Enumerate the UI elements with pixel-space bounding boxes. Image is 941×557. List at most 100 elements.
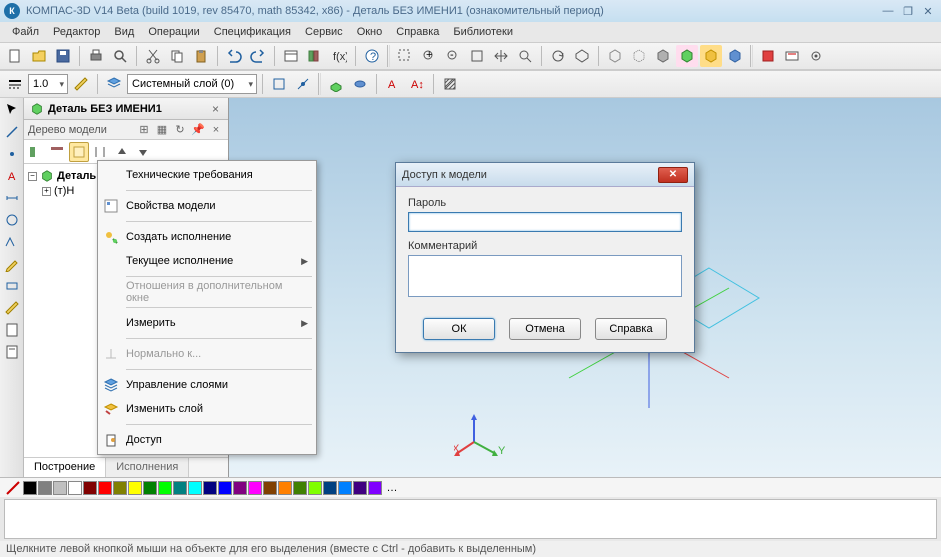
simplified-icon[interactable] bbox=[724, 45, 746, 67]
insert-dim-icon[interactable]: A↕ bbox=[406, 73, 428, 95]
tree-filter-icon[interactable] bbox=[69, 142, 89, 162]
point-tool[interactable] bbox=[2, 144, 22, 164]
tree-view1-icon[interactable] bbox=[26, 142, 46, 162]
color-swatch[interactable] bbox=[158, 481, 172, 495]
menu-service[interactable]: Сервис bbox=[299, 24, 349, 40]
tree-view2-icon[interactable] bbox=[47, 142, 67, 162]
cut-button[interactable] bbox=[142, 45, 164, 67]
color-swatch[interactable] bbox=[278, 481, 292, 495]
orient-button[interactable] bbox=[571, 45, 593, 67]
color-swatch[interactable] bbox=[353, 481, 367, 495]
color-swatch[interactable] bbox=[68, 481, 82, 495]
color-swatch[interactable] bbox=[143, 481, 157, 495]
cancel-button[interactable]: Отмена bbox=[509, 318, 581, 340]
preview-button[interactable] bbox=[109, 45, 131, 67]
cm-model-properties[interactable]: Свойства модели bbox=[98, 194, 316, 218]
color-auto-icon[interactable] bbox=[4, 480, 22, 496]
report-tool[interactable] bbox=[2, 342, 22, 362]
color-swatch[interactable] bbox=[113, 481, 127, 495]
insert-text-icon[interactable]: A bbox=[382, 73, 404, 95]
color-swatch[interactable] bbox=[308, 481, 322, 495]
dialog-titlebar[interactable]: Доступ к модели ✕ bbox=[396, 163, 694, 187]
menu-file[interactable]: Файл bbox=[6, 24, 45, 40]
color-swatch[interactable] bbox=[218, 481, 232, 495]
cm-layer-manager[interactable]: Управление слоями bbox=[98, 373, 316, 397]
tree-pin-icon[interactable]: 📌 bbox=[190, 122, 206, 138]
color-swatch[interactable] bbox=[233, 481, 247, 495]
circle-tool[interactable] bbox=[2, 210, 22, 230]
color-swatch[interactable] bbox=[173, 481, 187, 495]
hidden-lines-icon[interactable] bbox=[628, 45, 650, 67]
cm-tech-requirements[interactable]: Технические требования bbox=[98, 163, 316, 187]
color-swatch[interactable] bbox=[263, 481, 277, 495]
op-extrude-icon[interactable] bbox=[325, 73, 347, 95]
properties-button[interactable] bbox=[280, 45, 302, 67]
maximize-button[interactable]: ❐ bbox=[899, 4, 917, 18]
password-input[interactable] bbox=[408, 212, 682, 232]
libraries-button[interactable] bbox=[304, 45, 326, 67]
snap2-button[interactable] bbox=[292, 73, 314, 95]
new-button[interactable] bbox=[4, 45, 26, 67]
minimize-button[interactable]: — bbox=[879, 4, 897, 18]
print-button[interactable] bbox=[85, 45, 107, 67]
zoom-prev-button[interactable] bbox=[514, 45, 536, 67]
cm-current-variant[interactable]: Текущее исполнение ▶ bbox=[98, 249, 316, 273]
rough-tool[interactable] bbox=[2, 232, 22, 252]
layers-button[interactable] bbox=[103, 73, 125, 95]
expand-icon[interactable]: − bbox=[28, 172, 37, 181]
color-swatch[interactable] bbox=[83, 481, 97, 495]
paste-button[interactable] bbox=[190, 45, 212, 67]
select-tool[interactable] bbox=[2, 100, 22, 120]
menu-help[interactable]: Справка bbox=[390, 24, 445, 40]
menu-operations[interactable]: Операции bbox=[142, 24, 205, 40]
menu-libs[interactable]: Библиотеки bbox=[447, 24, 519, 40]
cm-measure[interactable]: Измерить ▶ bbox=[98, 311, 316, 335]
color-swatch[interactable] bbox=[338, 481, 352, 495]
perspective-icon[interactable] bbox=[700, 45, 722, 67]
color-swatch[interactable] bbox=[38, 481, 52, 495]
color-swatch[interactable] bbox=[53, 481, 67, 495]
tree-toolbar-icon[interactable]: ⊞ bbox=[136, 122, 152, 138]
color-swatch[interactable] bbox=[203, 481, 217, 495]
menu-edit[interactable]: Редактор bbox=[47, 24, 106, 40]
color-swatch[interactable] bbox=[248, 481, 262, 495]
shaded-edges-icon[interactable] bbox=[676, 45, 698, 67]
linestyle-button[interactable] bbox=[4, 73, 26, 95]
cm-create-variant[interactable]: Создать исполнение bbox=[98, 225, 316, 249]
pan-button[interactable] bbox=[490, 45, 512, 67]
cm-access[interactable]: Доступ bbox=[98, 428, 316, 452]
spec-tool[interactable] bbox=[2, 320, 22, 340]
param-tool[interactable] bbox=[2, 276, 22, 296]
color-swatch[interactable] bbox=[368, 481, 382, 495]
rebuild-button[interactable] bbox=[757, 45, 779, 67]
document-close-icon[interactable]: × bbox=[209, 102, 222, 116]
close-window-button[interactable]: ✕ bbox=[919, 4, 937, 18]
tree-new-icon[interactable]: ▦ bbox=[154, 122, 170, 138]
scale-combo[interactable]: 1.0 bbox=[28, 74, 68, 94]
color-swatch[interactable] bbox=[293, 481, 307, 495]
op-revolve-icon[interactable] bbox=[349, 73, 371, 95]
menu-view[interactable]: Вид bbox=[108, 24, 140, 40]
rotate-button[interactable] bbox=[547, 45, 569, 67]
variables-button[interactable]: f(x) bbox=[328, 45, 350, 67]
menu-spec[interactable]: Спецификация bbox=[208, 24, 297, 40]
tab-build[interactable]: Построение bbox=[24, 458, 106, 477]
ok-button[interactable]: ОК bbox=[423, 318, 495, 340]
undo-button[interactable] bbox=[223, 45, 245, 67]
help-button[interactable]: Справка bbox=[595, 318, 667, 340]
color-swatch[interactable] bbox=[98, 481, 112, 495]
snap1-button[interactable] bbox=[268, 73, 290, 95]
zoom-in-button[interactable]: + bbox=[418, 45, 440, 67]
color-swatch[interactable] bbox=[323, 481, 337, 495]
tab-variants[interactable]: Исполнения bbox=[106, 458, 189, 477]
tree-down-icon[interactable] bbox=[133, 142, 153, 162]
hatch-icon[interactable] bbox=[439, 73, 461, 95]
copy-button[interactable] bbox=[166, 45, 188, 67]
zoom-fit-button[interactable] bbox=[466, 45, 488, 67]
zoom-out-button[interactable]: - bbox=[442, 45, 464, 67]
tree-up-icon[interactable] bbox=[112, 142, 132, 162]
dim-tool[interactable] bbox=[2, 188, 22, 208]
redo-button[interactable] bbox=[247, 45, 269, 67]
menu-window[interactable]: Окно bbox=[351, 24, 389, 40]
tree-refresh-icon[interactable]: ↻ bbox=[172, 122, 188, 138]
